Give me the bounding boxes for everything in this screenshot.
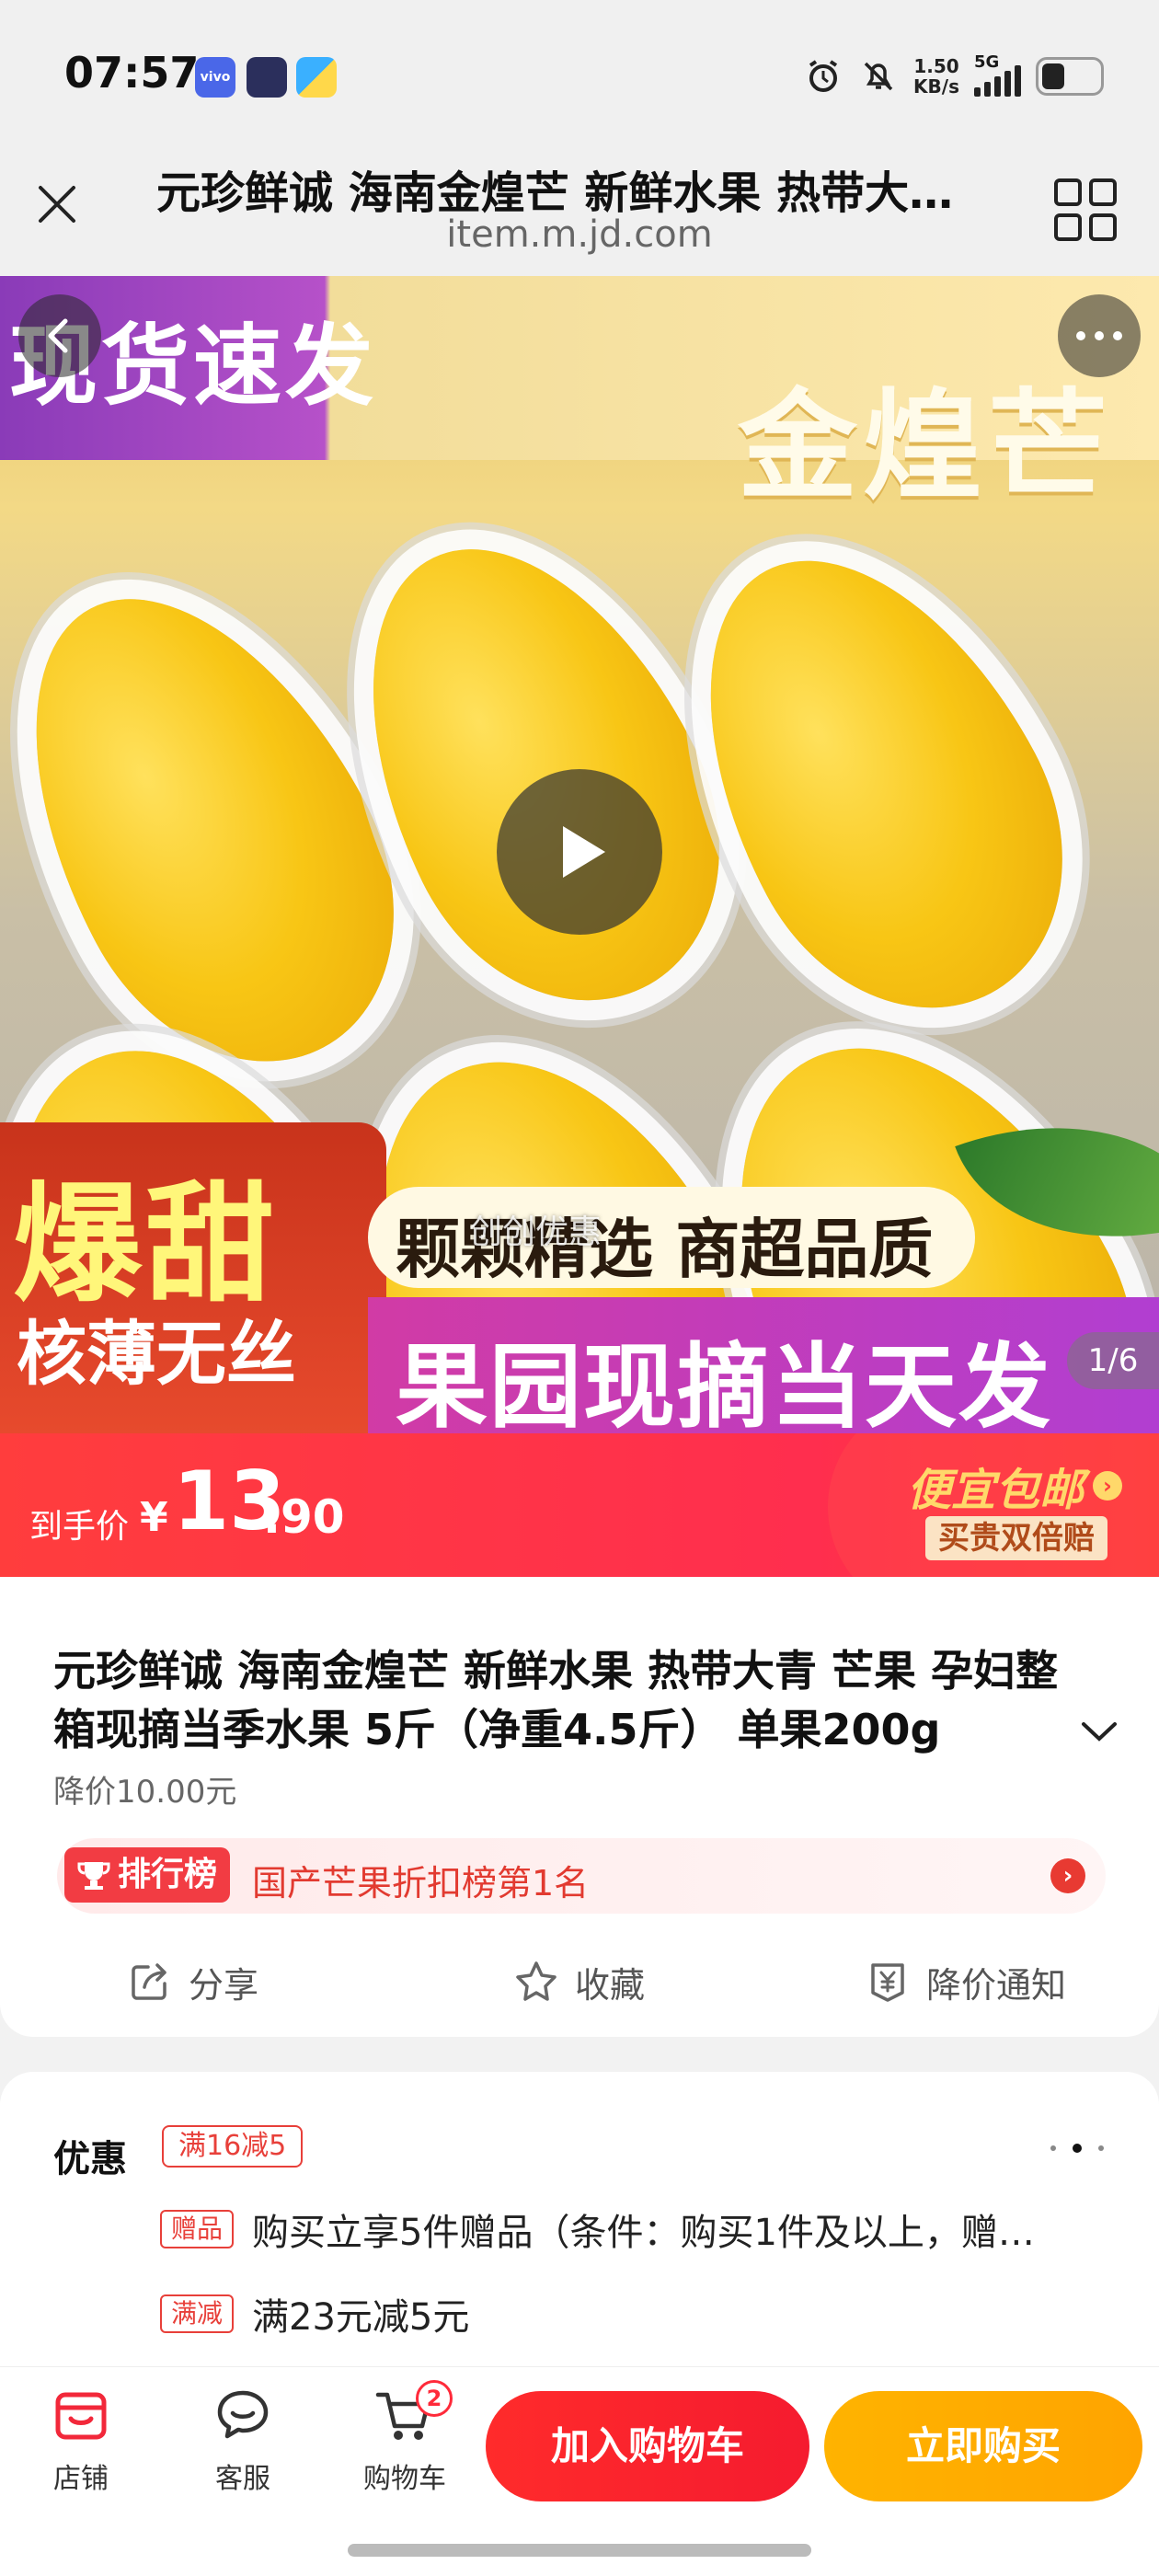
status-bar: 07:57 vivo 1.50 KB/s 5G (0, 0, 1159, 147)
home-indicator[interactable] (348, 2544, 811, 2557)
back-button[interactable] (18, 294, 101, 377)
cheap-shipping-link[interactable]: 便宜包邮 › (907, 1454, 1122, 1518)
play-icon (563, 826, 605, 878)
alarm-icon (803, 56, 843, 97)
promotion-card[interactable]: 优惠 满16减5 赠品 购买立享5件赠品（条件：购买1件及以上，赠… 满减 满2… (0, 2072, 1159, 2366)
product-info-card: 元珍鲜诚 海南金煌芒 新鲜水果 热带大青 芒果 孕妇整箱现摘当季水果 5斤（净重… (0, 1577, 1159, 2037)
mute-icon (858, 56, 899, 97)
network-speed: 1.50 KB/s (913, 55, 959, 98)
ranking-text: 国产芒果折扣榜第1名 (252, 1863, 590, 1903)
hero-bottom-left: 爆甜 核薄无丝 (0, 1122, 386, 1433)
price-decimal: .90 (263, 1490, 345, 1544)
product-image-carousel[interactable]: 现货速发 金煌芒 爆甜 核薄无丝 颗颗精选 商超品质 果园现摘当天发 创创优惠 … (0, 276, 1159, 1433)
menu-grid-button[interactable] (1049, 173, 1122, 247)
price-label: 到手价 (29, 1508, 130, 1546)
add-to-cart-button[interactable]: 加入购物车 (486, 2391, 809, 2501)
promotion-label: 优惠 (53, 2138, 127, 2180)
cart-count-badge: 2 (416, 2380, 453, 2417)
page-url: item.m.jd.com (446, 213, 713, 256)
price-alert-button[interactable]: 降价通知 (773, 1945, 1159, 2018)
gift-text: 购买立享5件赠品（条件：购买1件及以上，赠… (252, 2212, 1035, 2254)
gift-tag: 赠品 (160, 2210, 235, 2248)
more-icon (1076, 331, 1122, 340)
chevron-right-icon: › (1093, 1471, 1122, 1501)
notes-app-icon (296, 57, 337, 98)
price-bar: 到手价 ¥ 13 .90 便宜包邮 › 买贵双倍赔 (0, 1433, 1159, 1577)
signal-icon: 5G (974, 52, 1021, 97)
image-counter: 1/6 (1067, 1332, 1159, 1389)
share-button[interactable]: 分享 (0, 1945, 386, 2018)
expand-title-button[interactable] (1076, 1713, 1122, 1750)
product-title[interactable]: 元珍鲜诚 海南金煌芒 新鲜水果 热带大青 芒果 孕妇整箱现摘当季水果 5斤（净重… (53, 1641, 1093, 1759)
favorite-button[interactable]: 收藏 (386, 1945, 773, 2018)
video-app-icon (247, 57, 287, 98)
promo-row-discount[interactable]: 满减 满23元减5元 (160, 2287, 469, 2340)
battery-icon (1036, 57, 1104, 96)
chat-icon (217, 2390, 269, 2439)
status-icons: 1.50 KB/s 5G (803, 52, 1104, 99)
buy-now-button[interactable]: 立即购买 (824, 2391, 1142, 2501)
star-icon (516, 1961, 557, 2001)
chevron-down-icon (1082, 1722, 1117, 1742)
more-dots-icon[interactable] (1050, 2144, 1104, 2153)
grid-icon (1054, 178, 1117, 241)
price-alert-icon (871, 1963, 904, 2002)
page-title: 元珍鲜诚 海南金煌芒 新鲜水果 热带大青 芒果 孕妇整箱现摘当季水果 5斤（净重… (156, 167, 984, 219)
double-compensation-badge: 买贵双倍赔 (925, 1516, 1107, 1560)
product-actions: 分享 收藏 降价通知 (0, 1945, 1159, 2018)
cart-tab[interactable]: 2 购物车 (340, 2380, 469, 2533)
ranking-bar[interactable]: 排行榜 国产芒果折扣榜第1名 › (57, 1838, 1106, 1914)
chevron-right-icon: › (1050, 1858, 1085, 1893)
price-drop-text: 降价10.00元 (53, 1774, 237, 1811)
trophy-icon (77, 1862, 110, 1890)
service-tab[interactable]: 客服 (178, 2386, 307, 2533)
store-icon (55, 2392, 107, 2440)
coupon-tag[interactable]: 满16减5 (162, 2125, 304, 2168)
play-video-button[interactable] (497, 769, 662, 935)
hero-small-slogan: 核薄无丝 (17, 1313, 296, 1395)
discount-tag: 满减 (160, 2294, 235, 2333)
status-time: 07:57 (64, 48, 200, 98)
hero-tag-right: 金煌芒 (737, 376, 1113, 516)
discount-text: 满23元减5元 (252, 2296, 470, 2339)
promo-row-gift[interactable]: 赠品 购买立享5件赠品（条件：购买1件及以上，赠… (160, 2202, 1035, 2256)
hero-watermark: 创创优惠 (469, 1213, 602, 1251)
store-tab[interactable]: 店铺 (17, 2386, 145, 2533)
chevron-left-icon (48, 318, 68, 353)
more-button[interactable] (1058, 294, 1141, 377)
price-currency: ¥ (140, 1494, 168, 1541)
vivo-app-icon: vivo (195, 57, 235, 98)
hero-bottom-banner: 爆甜 核薄无丝 颗颗精选 商超品质 果园现摘当天发 (0, 1122, 1159, 1433)
bottom-action-bar: 店铺 客服 2 购物车 加入购物车 立即购买 (0, 2366, 1159, 2576)
browser-header: 元珍鲜诚 海南金煌芒 新鲜水果 热带大青 芒果 孕妇整箱现摘当季水果 5斤（净重… (0, 147, 1159, 276)
hero-pill: 颗颗精选 商超品质 (368, 1187, 975, 1288)
hero-stripe: 果园现摘当天发 (368, 1297, 1159, 1433)
share-icon (132, 1963, 166, 2000)
ranking-tag: 排行榜 (64, 1847, 231, 1903)
